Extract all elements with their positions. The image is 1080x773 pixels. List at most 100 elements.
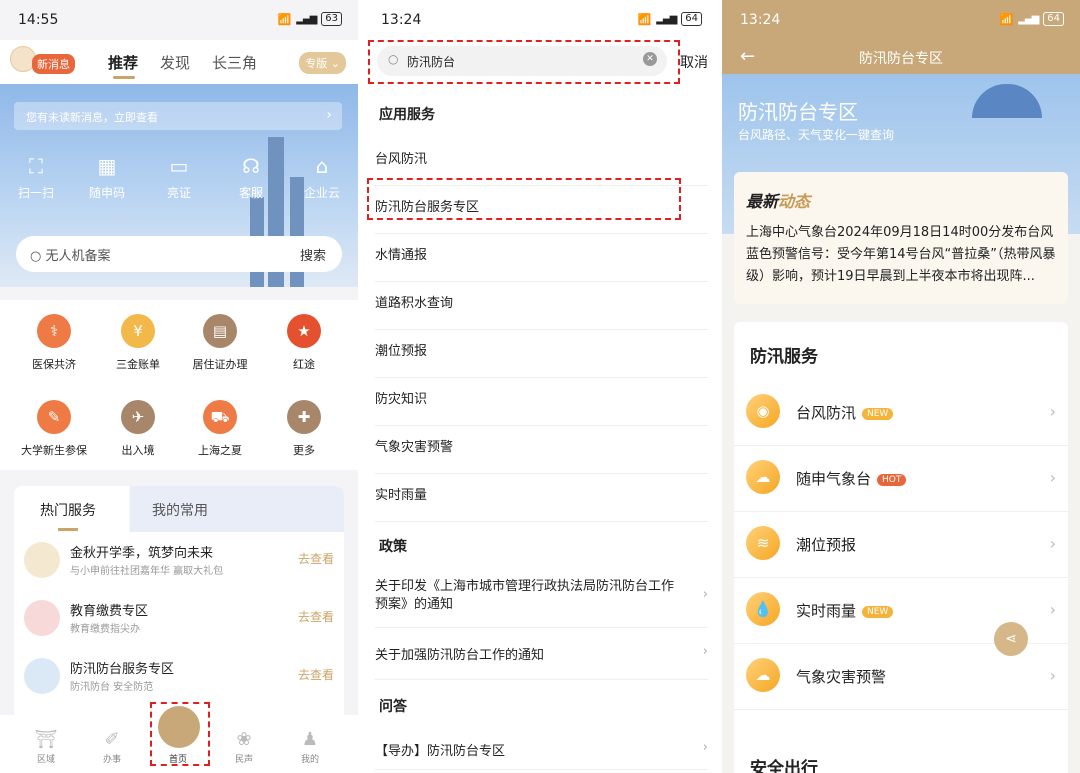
grid-red-route[interactable]: ★ 红途 [264,314,344,372]
nav-services[interactable]: ✐ 办事 [92,729,132,765]
typhoon-icon: ◉ [746,394,780,428]
service-tide-forecast[interactable]: ≋ 潮位预报 › [734,512,1068,578]
status-bar: 13:24 📶 ▂▄▆ 64 [722,0,1080,40]
list-item[interactable]: 关于加强防汛防台工作的通知 › [375,644,708,680]
chevron-right-icon: › [702,740,708,755]
list-item[interactable]: 金秋开学季，筑梦向未来 与小申前往社团嘉年华 赢取大礼包 去查看 [14,536,344,594]
home-screen: 14:55 📶 ▂▄▆ 63 新消息 推荐 发现 长三角 专版 ⌄ 您有未读新消… [0,0,358,773]
flood-zone-screen: 13:24 📶 ▂▄▆ 64 ← 防汛防台专区 防汛防台专区 台风路径、天气变化… [722,0,1080,773]
umbrella-thumbnail [24,658,60,694]
page-title: 防汛防台专区 [859,51,943,67]
banner-subtitle: 台风路径、天气变化一键查询 [738,128,895,142]
view-link[interactable]: 去查看 [298,666,334,683]
quick-show-id[interactable]: ▭ 亮证 [149,154,209,201]
umbrella-icon [972,84,1042,118]
id-card-icon: ▭ [169,154,189,178]
search-button[interactable]: 搜索 [300,245,326,264]
list-item[interactable]: 防灾知识 [375,388,708,426]
building-icon: ⌂ [315,154,329,178]
tab-hot-services[interactable]: 热门服务 [40,500,96,520]
status-bar: 14:55 📶 ▂▄▆ 63 [0,0,358,40]
status-bar: 13:24 📶 ▂▄▆ 64 [363,0,718,40]
section-safe-travel: 安全出行 [750,759,818,773]
grid-college-insurance[interactable]: ✎ 大学新生参保 [14,400,94,458]
latest-news-card[interactable]: 最新动态 上海中心气象台2024年09月18日14时00分发布台风蓝色预警信号：… [734,172,1068,304]
highlight-flood-zone [367,178,681,220]
tab-my-frequent[interactable]: 我的常用 [152,500,208,520]
cloud-icon: ☁ [746,658,780,692]
cancel-button[interactable]: 取消 [680,52,708,72]
plane-icon: ✈ [121,400,155,434]
search-input[interactable]: ○ 无人机备案 搜索 [16,236,342,272]
list-item[interactable]: 实时雨量 [375,484,708,522]
flood-services-card: 防汛服务 ◉ 台风防汛 NEW › ☁ 随申气象台 HOT › ≋ 潮位预报 › 💧… [734,322,1068,773]
list-item[interactable]: 水情通报 [375,244,708,282]
banner-title: 防汛防台专区 [738,100,858,124]
flower-icon: ❀ [236,729,252,750]
list-item[interactable]: 教育缴费专区 教育缴费指尖办 去查看 [14,594,344,652]
battery-icon: 64 [1043,12,1064,26]
active-tab-indicator [58,528,78,531]
edition-switch[interactable]: 专版 ⌄ [299,52,346,74]
search-screen: 13:24 📶 ▂▄▆ 64 ○ 防汛防台 ✕ 取消 应用服务 台风防汛 防汛防… [363,0,718,773]
view-link[interactable]: 去查看 [298,608,334,625]
nav-region[interactable]: ⛩ 区域 [26,729,66,765]
bill-icon: ¥ [121,314,155,348]
list-item[interactable]: 道路积水查询 [375,292,708,330]
battery-icon: 64 [681,12,702,26]
section-title: 防汛服务 [750,347,818,367]
signal-icon: ▂▄▆ [296,13,317,25]
tab-discover[interactable]: 发现 [160,52,190,73]
service-typhoon[interactable]: ◉ 台风防汛 NEW › [734,380,1068,446]
grid-exit-entry[interactable]: ✈ 出入境 [98,400,178,458]
section-policy: 政策 [379,539,407,555]
unread-notice-bar[interactable]: 您有未读新消息，立即查看 › [14,102,342,130]
quick-scan[interactable]: ⛶ 扫一扫 [6,154,66,201]
nav-voice[interactable]: ❀ 民声 [224,729,264,765]
grid-medical-insurance[interactable]: ⚕ 医保共济 [14,314,94,372]
school-thumbnail [24,542,60,578]
quick-health-code[interactable]: ▦ 随申码 [77,154,137,201]
document-icon: ✎ [37,400,71,434]
chevron-right-icon: › [1049,468,1056,487]
news-body: 上海中心气象台2024年09月18日14时00分发布台风蓝色预警信号：受今年第1… [746,225,1056,284]
highlight-search [368,40,680,84]
medical-icon: ⚕ [37,314,71,348]
star-icon: ★ [287,314,321,348]
section-app-services: 应用服务 [379,107,435,123]
share-icon[interactable]: ⋖ [994,622,1028,656]
status-time: 13:24 [740,12,781,28]
quick-enterprise-cloud[interactable]: ⌂ 企业云 [292,154,352,201]
list-item[interactable]: 潮位预报 [375,340,708,378]
service-weather-station[interactable]: ☁ 随申气象台 HOT › [734,446,1068,512]
tab-recommend[interactable]: 推荐 [108,52,138,73]
qrcode-icon: ▦ [97,154,117,178]
signal-icon: ▂▄▆ [1018,13,1039,25]
status-time: 14:55 [18,12,59,28]
section-qa: 问答 [379,699,407,715]
view-link[interactable]: 去查看 [298,550,334,567]
chevron-right-icon: › [326,107,332,123]
wifi-icon: 📶 [999,12,1014,26]
wifi-icon: 📶 [637,12,652,26]
cloud-icon: ☁ [746,460,780,494]
person-icon: ♟ [301,729,319,750]
cart-icon: ⛟ [203,400,237,434]
tab-yangtze-delta[interactable]: 长三角 [212,52,257,73]
quick-service[interactable]: ☊ 客服 [221,154,281,201]
list-item[interactable]: 气象灾害预警 [375,436,708,474]
grid-residence-permit[interactable]: ▤ 居住证办理 [180,314,260,372]
top-tabs: 新消息 推荐 发现 长三角 专版 ⌄ [0,40,358,84]
chevron-right-icon: › [1049,534,1056,553]
grid-shanghai-summer[interactable]: ⛟ 上海之夏 [180,400,260,458]
grid-three-funds[interactable]: ¥ 三金账单 [98,314,178,372]
list-item[interactable]: 关于印发《上海市城市管理行政执法局防汛防台工作预案》的通知 › [375,578,708,628]
hot-badge: HOT [877,473,907,486]
nav-mine[interactable]: ♟ 我的 [290,729,330,765]
grid-more[interactable]: ✚ 更多 [264,400,344,458]
list-item[interactable]: 【导办】防汛防台专区 › [375,740,708,770]
chevron-right-icon: › [702,587,708,602]
brush-icon: ✐ [104,729,120,750]
new-message-badge[interactable]: 新消息 [32,54,75,74]
raindrop-icon: 💧 [746,592,780,626]
